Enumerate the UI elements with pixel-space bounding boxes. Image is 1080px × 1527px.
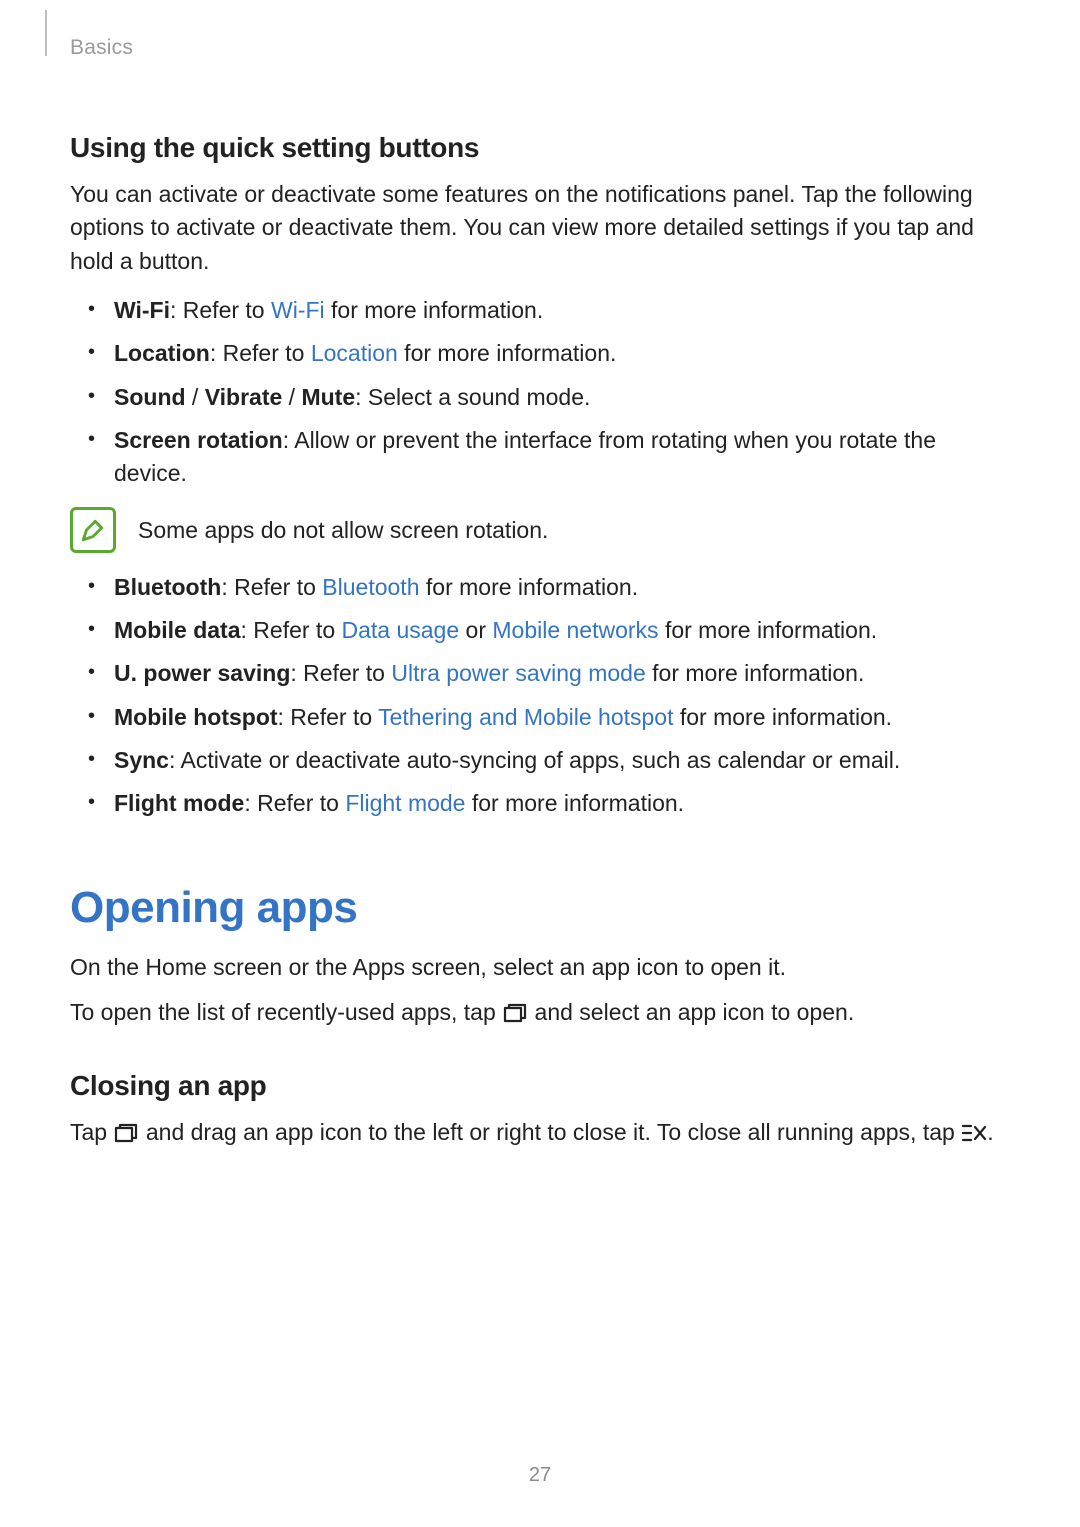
item-label: Wi-Fi: [114, 297, 170, 323]
link-wifi[interactable]: Wi-Fi: [271, 297, 325, 323]
link-mobile-networks[interactable]: Mobile networks: [492, 617, 658, 643]
item-label: Sound: [114, 384, 186, 410]
recent-apps-icon: [502, 1000, 528, 1022]
item-text: : Refer to: [278, 704, 379, 730]
list-item: Mobile hotspot: Refer to Tethering and M…: [110, 701, 1010, 734]
list-item: Mobile data: Refer to Data usage or Mobi…: [110, 614, 1010, 647]
item-text: for more information.: [646, 660, 865, 686]
item-text: for more information.: [420, 574, 639, 600]
item-text: : Refer to: [170, 297, 271, 323]
note-text: Some apps do not allow screen rotation.: [138, 514, 548, 546]
item-text: : Activate or deactivate auto-syncing of…: [169, 747, 900, 773]
header-divider: [45, 10, 47, 56]
item-text: : Select a sound mode.: [355, 384, 590, 410]
item-text: /: [282, 384, 301, 410]
item-text: : Refer to: [210, 340, 311, 366]
page-number: 27: [0, 1464, 1080, 1487]
link-location[interactable]: Location: [311, 340, 398, 366]
text-fragment: and select an app icon to open.: [528, 999, 854, 1025]
item-label: Location: [114, 340, 210, 366]
heading-opening-apps: Opening apps: [70, 883, 1010, 933]
item-label: Mobile hotspot: [114, 704, 278, 730]
list-item: Sync: Activate or deactivate auto-syncin…: [110, 744, 1010, 777]
item-label: Bluetooth: [114, 574, 221, 600]
list-item: Wi-Fi: Refer to Wi-Fi for more informati…: [110, 294, 1010, 327]
list-item: Sound / Vibrate / Mute: Select a sound m…: [110, 381, 1010, 414]
heading-closing-app: Closing an app: [70, 1070, 1010, 1102]
list-item: Location: Refer to Location for more inf…: [110, 337, 1010, 370]
text-fragment: .: [987, 1119, 993, 1145]
text-fragment: To open the list of recently-used apps, …: [70, 999, 502, 1025]
item-label: Mobile data: [114, 617, 241, 643]
item-text: : Refer to: [241, 617, 342, 643]
item-label: Flight mode: [114, 790, 244, 816]
opening-apps-p1: On the Home screen or the Apps screen, s…: [70, 951, 1010, 984]
item-label: Mute: [301, 384, 355, 410]
text-fragment: Tap: [70, 1119, 113, 1145]
link-bluetooth[interactable]: Bluetooth: [322, 574, 419, 600]
quick-settings-list-1: Wi-Fi: Refer to Wi-Fi for more informati…: [70, 294, 1010, 491]
close-all-icon: [961, 1120, 987, 1142]
link-ultra-power-saving[interactable]: Ultra power saving mode: [391, 660, 645, 686]
list-item: Screen rotation: Allow or prevent the in…: [110, 424, 1010, 491]
recent-apps-icon: [113, 1120, 139, 1142]
item-text: : Refer to: [221, 574, 322, 600]
list-item: Flight mode: Refer to Flight mode for mo…: [110, 787, 1010, 820]
opening-apps-p2: To open the list of recently-used apps, …: [70, 996, 1010, 1029]
item-text: for more information.: [465, 790, 684, 816]
note-pen-icon: [70, 507, 116, 553]
item-label: Vibrate: [205, 384, 283, 410]
closing-app-p1: Tap and drag an app icon to the left or …: [70, 1116, 1010, 1149]
list-item: Bluetooth: Refer to Bluetooth for more i…: [110, 571, 1010, 604]
item-label: Screen rotation: [114, 427, 283, 453]
heading-quick-settings: Using the quick setting buttons: [70, 132, 1010, 164]
note-callout: Some apps do not allow screen rotation.: [70, 507, 1010, 553]
link-data-usage[interactable]: Data usage: [342, 617, 460, 643]
intro-paragraph: You can activate or deactivate some feat…: [70, 178, 1010, 278]
chapter-name: Basics: [70, 36, 1010, 60]
item-text: : Refer to: [290, 660, 391, 686]
item-text: for more information.: [398, 340, 617, 366]
item-text: for more information.: [325, 297, 544, 323]
item-text: or: [459, 617, 492, 643]
link-tethering-hotspot[interactable]: Tethering and Mobile hotspot: [378, 704, 673, 730]
item-text: for more information.: [659, 617, 878, 643]
item-label: U. power saving: [114, 660, 290, 686]
item-label: Sync: [114, 747, 169, 773]
item-text: : Refer to: [244, 790, 345, 816]
item-text: /: [186, 384, 205, 410]
list-item: U. power saving: Refer to Ultra power sa…: [110, 657, 1010, 690]
quick-settings-list-2: Bluetooth: Refer to Bluetooth for more i…: [70, 571, 1010, 821]
item-text: for more information.: [673, 704, 892, 730]
page-content: Basics Using the quick setting buttons Y…: [0, 0, 1080, 1149]
text-fragment: and drag an app icon to the left or righ…: [139, 1119, 961, 1145]
link-flight-mode[interactable]: Flight mode: [345, 790, 465, 816]
